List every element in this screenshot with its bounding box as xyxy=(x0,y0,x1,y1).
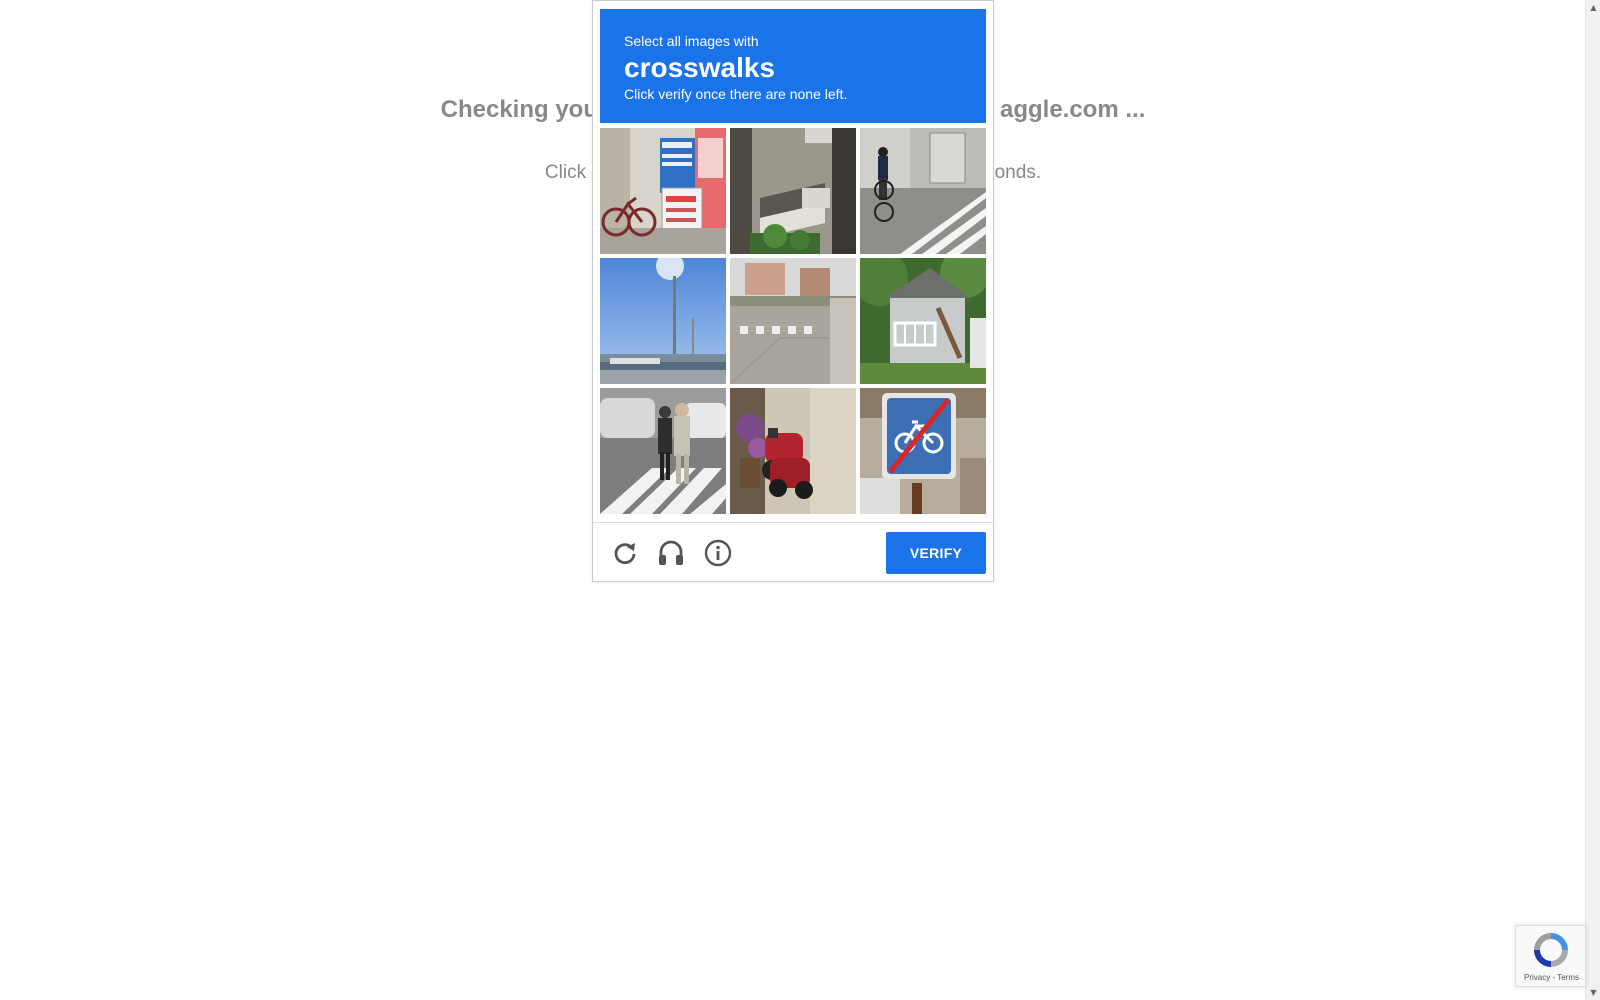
captcha-hint: Click verify once there are none left. xyxy=(624,86,848,102)
reload-icon[interactable] xyxy=(610,538,640,568)
verify-button[interactable]: VERIFY xyxy=(886,532,986,574)
captcha-tile-parked-motorcycles[interactable] xyxy=(730,388,856,514)
captcha-tile-stairway-entrance[interactable] xyxy=(730,128,856,254)
info-icon[interactable] xyxy=(703,538,733,568)
page-root: Checking youaggle.com ... Click heeconds… xyxy=(0,0,1600,1000)
captcha-tile-storefront-with-bicycle[interactable] xyxy=(600,128,726,254)
scroll-down-arrow-icon[interactable]: ▼ xyxy=(1586,985,1600,1000)
captcha-image-grid xyxy=(600,128,986,514)
captcha-instruction: Select all images with xyxy=(624,33,759,49)
captcha-tile-cyclist-on-crosswalk[interactable] xyxy=(860,128,986,254)
page-heading-right: aggle.com ... xyxy=(999,96,1146,123)
captcha-tile-house-with-balcony[interactable] xyxy=(860,258,986,384)
captcha-tile-street-with-crosswalk[interactable] xyxy=(730,258,856,384)
scroll-up-arrow-icon[interactable]: ▲ xyxy=(1586,0,1600,15)
captcha-tile-no-bicycle-sign[interactable] xyxy=(860,388,986,514)
headphones-icon[interactable] xyxy=(656,538,686,568)
captcha-tile-street-light-pole-sky[interactable] xyxy=(600,258,726,384)
recaptcha-badge[interactable]: Privacy - Terms xyxy=(1515,925,1586,987)
page-heading-left: Checking you xyxy=(440,96,598,123)
captcha-header: Select all images with crosswalks Click … xyxy=(600,9,986,123)
recaptcha-privacy-terms[interactable]: Privacy - Terms xyxy=(1516,973,1587,982)
captcha-challenge-dialog: Select all images with crosswalks Click … xyxy=(592,0,994,582)
captcha-keyword: crosswalks xyxy=(624,52,775,83)
page-subtext-prefix: Click xyxy=(544,162,592,183)
captcha-tile-pedestrians-on-crosswalk[interactable] xyxy=(600,388,726,514)
captcha-footer-divider xyxy=(593,522,993,523)
recaptcha-logo-icon xyxy=(1534,933,1568,967)
vertical-scrollbar[interactable]: ▲ ▼ xyxy=(1585,0,1600,1000)
